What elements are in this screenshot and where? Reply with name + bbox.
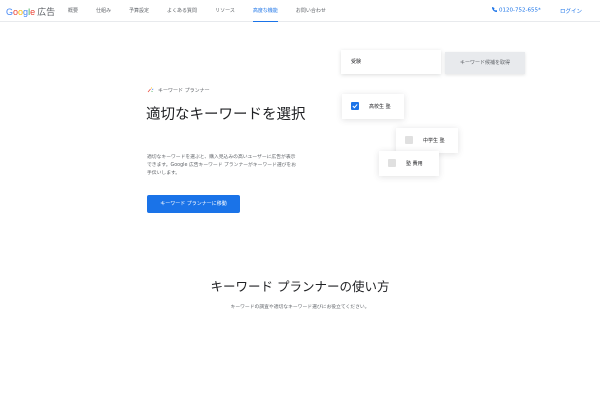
- top-header: Google 広告 概要 仕組み 予算設定 よくある質問 リソース 高度な機能 お…: [0, 0, 600, 22]
- checkbox-unchecked-icon: [405, 136, 413, 144]
- keyword-label: 塾 費用: [406, 161, 423, 167]
- keyword-suggestion[interactable]: 高校生 塾: [342, 94, 404, 119]
- phone-icon: [492, 7, 497, 12]
- sparkle-icon: [147, 87, 154, 93]
- checkbox-unchecked-icon: [388, 159, 396, 167]
- keyword-suggestion[interactable]: 中学生 塾: [396, 128, 458, 153]
- google-ads-logo[interactable]: Google 広告: [6, 5, 55, 18]
- nav-item-faq[interactable]: よくある質問: [167, 0, 197, 22]
- keyword-search-value: 受験: [351, 59, 362, 65]
- section-description: キーワードの調査や適切なキーワード選びにお役立てください。: [230, 305, 370, 310]
- nav-item-overview[interactable]: 概要: [68, 0, 78, 22]
- nav-item-budget[interactable]: 予算設定: [129, 0, 149, 22]
- section-title: キーワード プランナーの使い方: [210, 279, 390, 294]
- phone-link[interactable]: 0120-752-655*: [492, 7, 541, 14]
- logo-product-name: 広告: [37, 7, 56, 17]
- login-link[interactable]: ログイン: [560, 7, 582, 15]
- keyword-label: 高校生 塾: [369, 104, 391, 110]
- nav-item-contact[interactable]: お問い合わせ: [296, 0, 326, 22]
- hero-eyebrow: キーワード プランナー: [147, 87, 210, 94]
- keyword-label: 中学生 塾: [423, 138, 445, 144]
- hero-eyebrow-label: キーワード プランナー: [158, 88, 210, 94]
- nav-item-resources[interactable]: リソース: [215, 0, 235, 22]
- checkbox-checked-icon: [351, 102, 359, 110]
- logo-letter: G: [6, 7, 14, 17]
- keyword-search-field[interactable]: 受験: [341, 50, 441, 74]
- nav-item-advanced-features[interactable]: 高度な機能: [252, 0, 278, 22]
- phone-number: 0120-752-655*: [499, 7, 541, 14]
- logo-letter: e: [30, 7, 36, 17]
- main-nav: 概要 仕組み 予算設定 よくある質問 リソース 高度な機能 お問い合わせ: [68, 0, 344, 22]
- get-keyword-ideas-button[interactable]: キーワード候補を取得: [445, 52, 525, 74]
- nav-item-how-it-works[interactable]: 仕組み: [96, 0, 111, 22]
- hero-title: 適切なキーワードを選択: [146, 107, 306, 123]
- hero-description: 適切なキーワードを選ぶと、購入見込みの高いユーザーに広告が表示できます。Goog…: [147, 155, 297, 176]
- keyword-suggestion[interactable]: 塾 費用: [379, 151, 439, 176]
- go-to-keyword-planner-button[interactable]: キーワード プランナーに移動: [147, 195, 240, 213]
